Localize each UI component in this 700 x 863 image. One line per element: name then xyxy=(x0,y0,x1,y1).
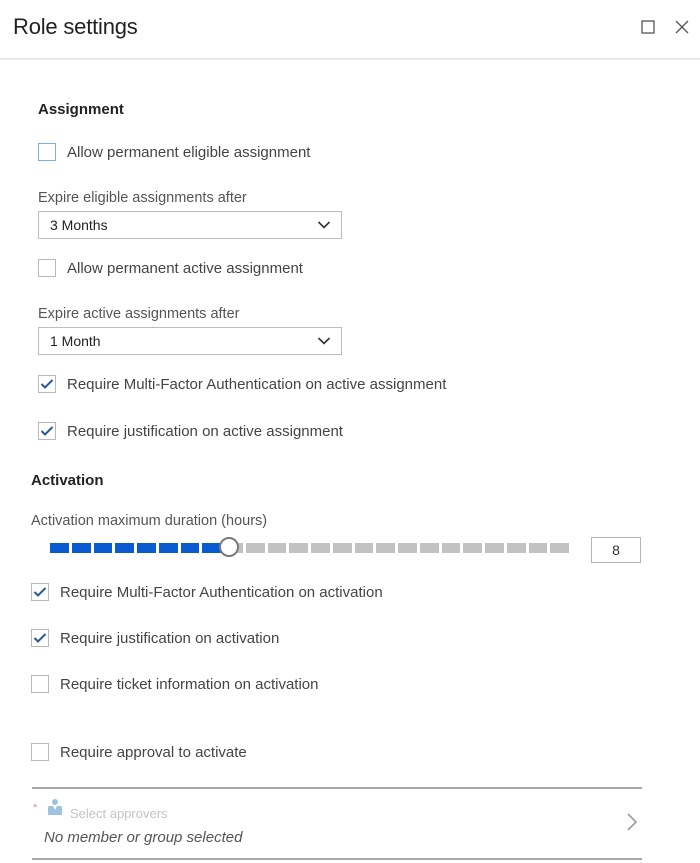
checkbox-label: Require Multi-Factor Authentication on a… xyxy=(60,583,383,601)
slider-segment-empty xyxy=(354,543,374,553)
assignment-heading: Assignment xyxy=(38,101,124,118)
checkmark-icon xyxy=(33,633,47,643)
require-mfa-active-checkbox[interactable]: Require Multi-Factor Authentication on a… xyxy=(38,375,446,393)
slider-segment-empty xyxy=(398,543,417,553)
close-button[interactable] xyxy=(670,15,694,39)
require-justification-active-checkbox[interactable]: Require justification on active assignme… xyxy=(38,422,343,440)
slider-segment-empty xyxy=(245,543,265,553)
activation-heading: Activation xyxy=(31,472,104,489)
checkbox-box[interactable] xyxy=(38,375,56,393)
slider-segment-filled xyxy=(137,543,156,553)
expire-active-dropdown[interactable]: 1 Month xyxy=(38,327,342,355)
dropdown-value: 3 Months xyxy=(50,217,108,233)
slider-segment-empty xyxy=(506,543,526,553)
checkbox-label: Require Multi-Factor Authentication on a… xyxy=(67,375,447,393)
slider-segment-empty xyxy=(419,543,439,553)
slider-segment-empty xyxy=(267,543,287,553)
checkbox-box[interactable] xyxy=(38,259,56,277)
checkbox-box[interactable] xyxy=(31,743,49,761)
max-duration-label: Activation maximum duration (hours) xyxy=(31,513,268,529)
require-justification-activation-checkbox[interactable]: Require justification on activation xyxy=(31,629,279,647)
checkbox-box[interactable] xyxy=(38,422,56,440)
dropdown-value: 1 Month xyxy=(50,333,101,349)
slider-thumb[interactable] xyxy=(219,537,239,557)
slider-segment-empty xyxy=(485,543,504,553)
select-approvers-picker[interactable]: * Select approvers No member or group se… xyxy=(32,790,642,858)
slider-segment-empty xyxy=(528,543,548,553)
require-mfa-activation-checkbox[interactable]: Require Multi-Factor Authentication on a… xyxy=(31,583,383,601)
slider-segment-filled xyxy=(158,543,178,553)
allow-permanent-active-checkbox[interactable]: Allow permanent active assignment xyxy=(38,259,303,277)
checkbox-box[interactable] xyxy=(38,143,56,161)
checkmark-icon xyxy=(40,379,54,389)
checkbox-box[interactable] xyxy=(31,583,49,601)
checkmark-icon xyxy=(33,587,47,597)
required-marker: * xyxy=(33,802,38,814)
max-duration-input[interactable]: 8 xyxy=(591,537,641,563)
checkbox-label: Allow permanent eligible assignment xyxy=(67,143,311,161)
checkbox-label: Require justification on activation xyxy=(60,629,280,647)
maximize-button[interactable] xyxy=(636,15,660,39)
chevron-down-icon xyxy=(317,221,331,229)
slider-segment-empty xyxy=(311,543,330,553)
expire-eligible-dropdown[interactable]: 3 Months xyxy=(38,211,342,239)
require-approval-checkbox[interactable]: Require approval to activate xyxy=(31,743,247,761)
chevron-down-icon xyxy=(317,337,331,345)
divider xyxy=(32,787,642,789)
require-ticket-checkbox[interactable]: Require ticket information on activation xyxy=(31,675,318,693)
page-title: Role settings xyxy=(13,14,138,39)
checkbox-label: Allow permanent active assignment xyxy=(67,259,303,277)
max-duration-slider[interactable] xyxy=(50,537,572,557)
checkbox-label: Require justification on active assignme… xyxy=(67,422,343,440)
checkmark-icon xyxy=(40,426,54,436)
checkbox-box[interactable] xyxy=(31,629,49,647)
slider-segment-empty xyxy=(376,543,395,553)
checkbox-label: Require approval to activate xyxy=(60,743,247,761)
close-icon xyxy=(675,20,689,34)
expire-active-label: Expire active assignments after xyxy=(38,306,240,322)
checkbox-box[interactable] xyxy=(31,675,49,693)
slider-segment-filled xyxy=(180,543,200,553)
maximize-icon xyxy=(641,20,655,34)
slider-segment-empty xyxy=(550,543,569,553)
slider-segment-empty xyxy=(332,543,352,553)
slider-segment-empty xyxy=(289,543,308,553)
slider-segment-filled xyxy=(93,543,113,553)
slider-segment-filled xyxy=(71,543,91,553)
person-icon xyxy=(48,799,62,815)
allow-permanent-eligible-checkbox[interactable]: Allow permanent eligible assignment xyxy=(38,143,310,161)
slider-segment-empty xyxy=(441,543,461,553)
checkbox-label: Require ticket information on activation xyxy=(60,675,319,693)
approvers-label: Select approvers xyxy=(70,806,168,821)
approvers-value: No member or group selected xyxy=(44,829,243,846)
slider-segment-filled xyxy=(115,543,134,553)
blade-header: Role settings xyxy=(0,0,700,60)
chevron-right-icon xyxy=(627,813,638,831)
expire-eligible-label: Expire eligible assignments after xyxy=(38,190,247,206)
slider-segment-empty xyxy=(463,543,482,553)
divider xyxy=(32,858,642,860)
slider-segment-filled xyxy=(50,543,69,553)
